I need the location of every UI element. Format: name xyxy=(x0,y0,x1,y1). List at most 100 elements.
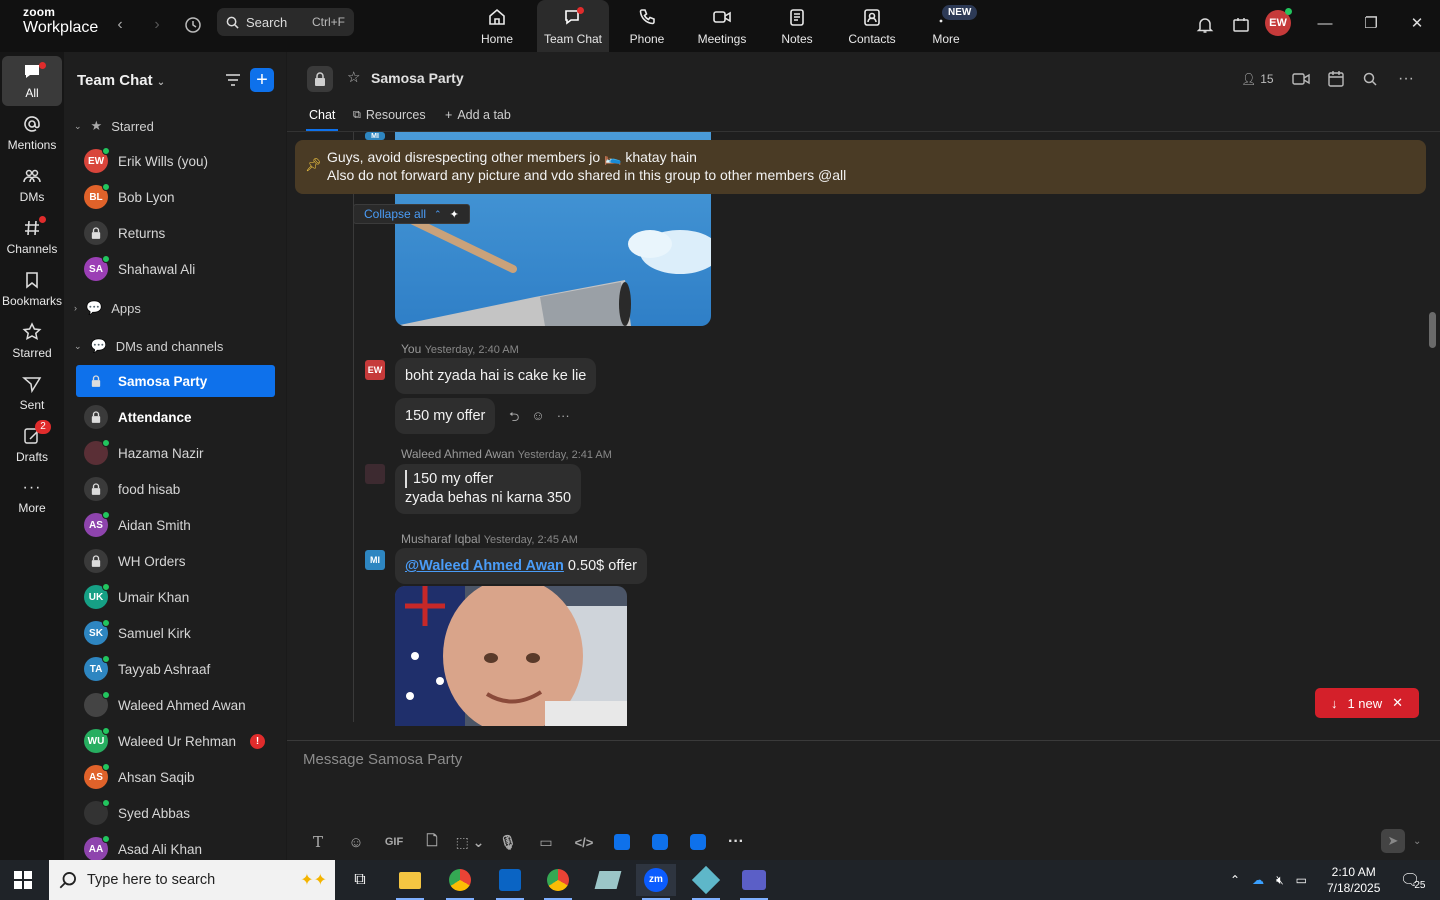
windows-start-icon[interactable] xyxy=(14,871,32,892)
message-bubble[interactable]: boht zyada hai is cake ke lie xyxy=(395,358,597,394)
bell-icon[interactable] xyxy=(1193,13,1217,37)
teams-icon[interactable] xyxy=(734,864,774,900)
rail-drafts[interactable]: Drafts 2 xyxy=(2,420,62,470)
message-bubble[interactable]: @Waleed Ahmed Awan 0.50$ offer xyxy=(395,548,648,584)
close-icon[interactable]: ✕ xyxy=(1392,695,1403,711)
member-count[interactable]: 👤︎ 15 xyxy=(1241,72,1274,86)
sidebar-item-attendance[interactable]: Attendance xyxy=(76,401,275,433)
tab-notes[interactable]: Notes xyxy=(761,0,833,52)
sidebar-item-bob-lyon[interactable]: BL Bob Lyon xyxy=(76,181,275,213)
speaker-muted-icon[interactable]: 🔇︎ xyxy=(1276,873,1284,888)
sidebar-item-tayyab-ashraaf[interactable]: TA Tayyab Ashraaf xyxy=(76,653,275,685)
collapse-all-button[interactable]: Collapse all ⌃ ✦ xyxy=(353,204,470,224)
code-icon[interactable]: </> xyxy=(565,831,603,853)
new-messages-pill[interactable]: ↓ 1 new ✕ xyxy=(1315,688,1419,718)
search-bar[interactable]: Search Ctrl+F xyxy=(217,8,354,36)
screenshot-icon[interactable]: ⬚ ⌄ xyxy=(451,831,489,853)
outlook-icon[interactable] xyxy=(490,864,530,900)
close-icon[interactable]: ✕ xyxy=(1402,10,1432,36)
scrollbar-thumb[interactable] xyxy=(1429,312,1436,348)
tab-phone[interactable]: Phone xyxy=(611,0,683,52)
shared-image-photo[interactable] xyxy=(395,586,627,726)
restore-icon[interactable]: ❐ xyxy=(1356,10,1386,36)
rail-mentions[interactable]: Mentions xyxy=(2,108,62,158)
chrome-icon[interactable] xyxy=(440,864,480,900)
text-format-icon[interactable]: T xyxy=(299,831,337,853)
sidebar-item-samuel-kirk[interactable]: SK Samuel Kirk xyxy=(76,617,275,649)
section-dms-channels[interactable]: ⌄ 💬 DMs and channels xyxy=(74,336,223,356)
minimize-icon[interactable]: — xyxy=(1310,10,1340,36)
sidebar-item-aidan-smith[interactable]: AS Aidan Smith xyxy=(76,509,275,541)
chrome-profile-icon[interactable] xyxy=(538,864,578,900)
section-apps[interactable]: › 💬 Apps xyxy=(74,298,141,318)
sidebar-item-wh-orders[interactable]: WH Orders xyxy=(76,545,275,577)
sidebar-item-waleed-ahmed-awan[interactable]: Waleed Ahmed Awan xyxy=(76,689,275,721)
tab-contacts[interactable]: Contacts xyxy=(836,0,908,52)
rail-all[interactable]: All xyxy=(2,56,62,106)
edge-like-icon[interactable] xyxy=(686,864,726,900)
rail-sent[interactable]: Sent xyxy=(2,368,62,418)
network-icon[interactable]: ▭ xyxy=(1296,873,1307,887)
tab-resources[interactable]: ⧉ Resources xyxy=(353,108,426,122)
composer-placeholder[interactable]: Message Samosa Party xyxy=(303,751,462,768)
rail-channels[interactable]: Channels xyxy=(2,212,62,262)
search-icon[interactable] xyxy=(1358,67,1382,91)
sidebar-item-hazama-nazir[interactable]: Hazama Nazir xyxy=(76,437,275,469)
send-button[interactable]: ➤ ⌄ xyxy=(1381,829,1421,853)
notification-center-icon[interactable]: 🗨︎ 25 xyxy=(1400,860,1425,900)
tab-chat[interactable]: Chat xyxy=(309,108,335,122)
app-icon-1[interactable] xyxy=(603,831,641,853)
tab-meetings[interactable]: Meetings xyxy=(686,0,758,52)
app-icon[interactable] xyxy=(588,864,628,896)
file-explorer-icon[interactable] xyxy=(390,864,430,900)
sidebar-item-syed-abbas[interactable]: Syed Abbas xyxy=(76,797,275,829)
app-icon-3[interactable] xyxy=(679,831,717,853)
back-arrow-icon[interactable]: ‹ xyxy=(108,13,132,37)
emoji-icon[interactable]: ☺ xyxy=(337,831,375,853)
video-call-icon[interactable] xyxy=(1289,67,1313,91)
rail-dms[interactable]: DMs xyxy=(2,160,62,210)
channel-name[interactable]: Samosa Party xyxy=(371,70,464,86)
zoom-taskbar-icon[interactable]: zm xyxy=(636,864,676,900)
sidebar-item-erik-wills-you[interactable]: EW Erik Wills (you) xyxy=(76,145,275,177)
mention-link[interactable]: @Waleed Ahmed Awan xyxy=(405,558,564,574)
chevron-down-icon[interactable]: ⌄ xyxy=(1413,836,1421,847)
clock[interactable]: 2:10 AM 7/18/2025 xyxy=(1327,860,1380,900)
task-view-icon[interactable]: ⧉ xyxy=(340,864,380,896)
more-options-icon[interactable]: ··· xyxy=(1394,67,1418,91)
sidebar-item-shahawal-ali[interactable]: SA Shahawal Ali xyxy=(76,253,275,285)
tab-home[interactable]: Home xyxy=(461,0,533,52)
more-icon[interactable]: ··· xyxy=(557,408,570,430)
rail-bookmarks[interactable]: Bookmarks xyxy=(2,264,62,314)
message-bubble[interactable]: 150 my offer xyxy=(395,398,496,434)
sidebar-item-samosa-party[interactable]: Samosa Party xyxy=(76,365,275,397)
emoji-reaction-icon[interactable]: ☺ xyxy=(531,408,544,430)
calendar-icon[interactable] xyxy=(1324,67,1348,91)
pinned-message[interactable]: 📌︎ Guys, avoid disrespecting other membe… xyxy=(295,140,1426,194)
tab-team-chat[interactable]: Team Chat xyxy=(537,0,609,52)
history-icon[interactable] xyxy=(181,13,205,37)
new-chat-button[interactable]: + xyxy=(250,68,274,92)
microphone-icon[interactable]: 🎙︎ xyxy=(489,831,527,853)
message-bubble[interactable]: 150 my offer zyada behas ni karna 350 xyxy=(395,464,582,514)
file-icon[interactable]: 🗋 xyxy=(413,831,451,853)
taskbar-search[interactable]: Type here to search ✦✦ xyxy=(49,860,335,900)
rail-starred[interactable]: Starred xyxy=(2,316,62,366)
message-composer[interactable]: Message Samosa Party T ☺ GIF 🗋 ⬚ ⌄ 🎙︎ ▭ … xyxy=(287,740,1440,860)
sidebar-title[interactable]: Team Chat ⌄ xyxy=(77,72,165,89)
whiteboard-icon[interactable] xyxy=(1229,13,1253,37)
sidebar-item-ahsan-saqib[interactable]: AS Ahsan Saqib xyxy=(76,761,275,793)
onedrive-icon[interactable]: ☁ xyxy=(1252,873,1264,887)
tab-add[interactable]: + Add a tab xyxy=(445,108,511,122)
more-tools-icon[interactable]: ··· xyxy=(717,831,755,853)
filter-icon[interactable] xyxy=(221,68,245,92)
sidebar-item-returns[interactable]: Returns xyxy=(76,217,275,249)
sidebar-item-asad-ali-khan[interactable]: AA Asad Ali Khan xyxy=(76,833,275,860)
sidebar-item-waleed-ur-rehman[interactable]: WU Waleed Ur Rehman! xyxy=(76,725,275,757)
chevron-up-icon[interactable]: ⌃ xyxy=(1230,873,1240,887)
app-icon-2[interactable] xyxy=(641,831,679,853)
rail-more[interactable]: ··· More xyxy=(2,472,62,522)
reply-icon[interactable]: ⮌ xyxy=(509,408,519,430)
sidebar-item-food-hisab[interactable]: food hisab xyxy=(76,473,275,505)
section-starred[interactable]: ⌄ ★ Starred xyxy=(74,116,154,136)
